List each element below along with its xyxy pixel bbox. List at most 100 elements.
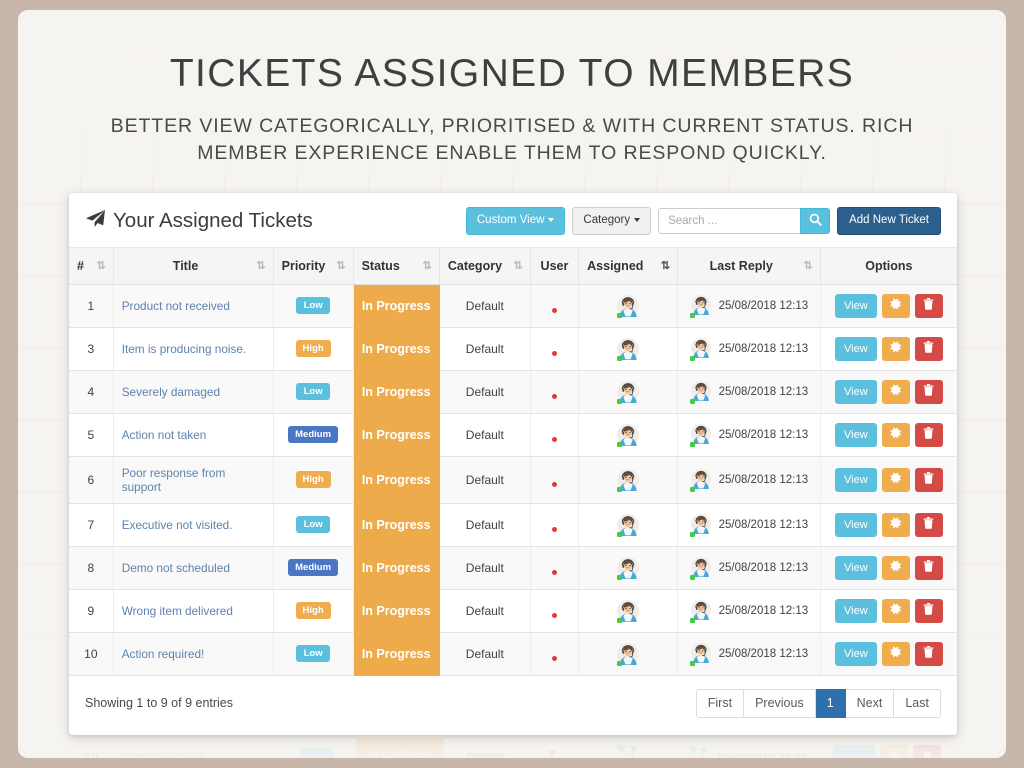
view-ticket-button[interactable]: View	[834, 422, 877, 447]
cell-title: Product not received	[113, 284, 274, 328]
pagination-1[interactable]: 1	[815, 688, 846, 718]
view-ticket-button[interactable]: View	[834, 555, 877, 580]
delete-ticket-button[interactable]	[914, 379, 943, 404]
view-ticket-button[interactable]: View	[834, 467, 877, 492]
custom-view-dropdown[interactable]: Custom View	[465, 207, 566, 235]
add-new-ticket-button[interactable]: Add New Ticket	[837, 207, 941, 235]
ticket-title-link[interactable]: Severely damaged	[122, 385, 220, 399]
column-header-title[interactable]: Title ⇅	[113, 247, 274, 285]
delete-ticket-button[interactable]	[914, 512, 943, 537]
delete-ticket-button[interactable]	[914, 555, 943, 580]
search-input[interactable]	[658, 207, 801, 234]
delete-ticket-button[interactable]	[914, 293, 943, 318]
cell-id: 10	[69, 632, 114, 676]
pagination-last[interactable]: Last	[894, 688, 941, 718]
online-status-icon	[617, 660, 623, 666]
ticket-settings-button[interactable]	[881, 641, 910, 666]
table-row: 5 Action not taken Medium In Progress Defaul…	[69, 413, 957, 457]
column-header-priority[interactable]: Priority ⇅	[273, 247, 354, 285]
cell-user	[530, 503, 580, 547]
gear-icon	[890, 472, 902, 487]
priority-badge: High	[295, 339, 331, 358]
cell-id: 9	[69, 589, 114, 633]
view-ticket-button[interactable]: View	[834, 598, 877, 623]
ticket-title-link[interactable]: Action not taken	[122, 428, 207, 442]
heading-block: Tickets Assigned To Members Better view …	[18, 53, 1006, 167]
pagination-first[interactable]: First	[695, 688, 745, 718]
table-row: 9 Wrong item delivered High In Progress Defa…	[69, 589, 957, 633]
delete-ticket-button[interactable]	[914, 598, 943, 623]
column-label-options: Options	[865, 258, 913, 273]
ticket-title-link[interactable]: Poor response from support	[122, 466, 226, 494]
online-status-icon	[617, 574, 623, 580]
agent-avatar-icon	[689, 513, 712, 537]
cell-options: View	[820, 632, 957, 676]
cell-category: Default	[439, 546, 531, 590]
red-status-dot-icon	[551, 655, 557, 661]
table-row: 3 Item is producing noise. High In Progress…	[69, 327, 957, 371]
entries-info: Showing 1 to 9 of 9 entries	[85, 696, 234, 710]
column-header-user[interactable]: User	[530, 247, 580, 285]
cell-options: View	[820, 327, 957, 371]
trash-icon	[923, 427, 934, 442]
ticket-settings-button[interactable]	[881, 555, 910, 580]
ticket-settings-button[interactable]	[881, 512, 910, 537]
pagination-previous[interactable]: Previous	[744, 688, 816, 718]
table-row: 4 Severely damaged Low In Progress Default 25…	[69, 370, 957, 414]
view-ticket-button[interactable]: View	[834, 336, 877, 361]
ticket-title-link[interactable]: Executive not visited.	[122, 518, 233, 532]
agent-avatar-icon	[689, 380, 712, 404]
last-reply-time: 25/08/2018 12:13	[718, 385, 809, 398]
view-ticket-button[interactable]: View	[834, 293, 877, 318]
priority-badge: High	[295, 470, 331, 489]
column-label-id: #	[77, 258, 84, 273]
search-button[interactable]	[800, 207, 831, 234]
trash-icon	[923, 298, 934, 313]
column-header-last-reply[interactable]: Last Reply ⇅	[677, 247, 821, 285]
view-ticket-button[interactable]: View	[834, 512, 877, 537]
delete-ticket-button[interactable]	[914, 336, 943, 361]
ticket-title-link[interactable]: Demo not scheduled	[122, 561, 230, 575]
ticket-settings-button[interactable]	[881, 422, 910, 447]
last-reply-time: 25/08/2018 12:13	[718, 561, 809, 574]
view-ticket-button[interactable]: View	[834, 379, 877, 404]
agent-avatar-icon	[617, 513, 640, 537]
column-header-assigned[interactable]: Assigned ⇅	[578, 247, 679, 285]
agent-avatar-icon	[617, 599, 640, 623]
ticket-settings-button[interactable]	[881, 598, 910, 623]
custom-view-label: Custom View	[476, 214, 545, 226]
delete-ticket-button[interactable]	[914, 467, 943, 492]
ticket-title-link[interactable]: Item is producing noise.	[122, 342, 247, 356]
agent-avatar-icon	[689, 556, 712, 580]
ticket-title-link[interactable]: Action required!	[122, 647, 205, 661]
delete-ticket-button[interactable]	[914, 422, 943, 447]
delete-ticket-button[interactable]	[914, 641, 943, 666]
paper-plane-icon	[85, 209, 106, 233]
ticket-settings-button[interactable]	[881, 379, 910, 404]
category-dropdown[interactable]: Category	[572, 207, 652, 235]
ticket-settings-button[interactable]	[881, 467, 910, 492]
chevron-down-icon	[634, 217, 641, 222]
column-header-category[interactable]: Category ⇅	[439, 247, 531, 285]
cell-last-reply: 25/08/2018 12:13	[677, 456, 821, 504]
chevron-down-icon	[548, 217, 555, 222]
pagination-next[interactable]: Next	[845, 688, 895, 718]
ticket-settings-button[interactable]	[881, 293, 910, 318]
cell-user	[530, 284, 580, 328]
agent-avatar-icon	[617, 294, 640, 318]
cell-category: Default	[439, 589, 531, 633]
ticket-settings-button[interactable]	[881, 336, 910, 361]
last-reply-time: 25/08/2018 12:13	[718, 473, 809, 486]
cell-assigned	[578, 589, 679, 633]
ticket-title-link[interactable]: Product not received	[122, 299, 230, 313]
column-header-id[interactable]: # ⇅	[69, 247, 114, 285]
view-ticket-button[interactable]: View	[834, 641, 877, 666]
cell-id: 1	[69, 284, 114, 328]
cell-assigned	[578, 413, 679, 457]
cell-status: In Progress	[353, 327, 440, 371]
cell-assigned	[578, 327, 679, 371]
column-header-status[interactable]: Status ⇅	[353, 247, 440, 285]
trash-icon	[923, 384, 934, 399]
sort-icon: ⇅	[256, 260, 265, 272]
ticket-title-link[interactable]: Wrong item delivered	[122, 604, 233, 618]
